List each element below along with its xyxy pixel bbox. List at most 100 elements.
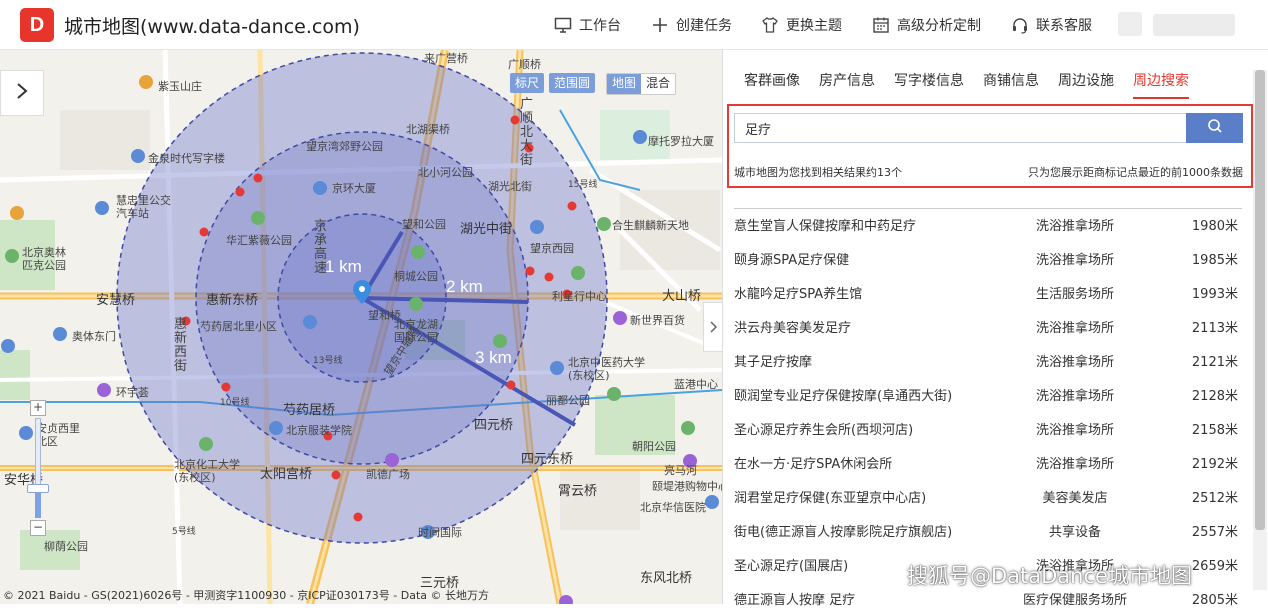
range-circle-tool-button[interactable]: 范围圆 bbox=[549, 73, 596, 93]
result-name: 其子足疗按摩 bbox=[734, 355, 813, 370]
search-button[interactable] bbox=[1186, 113, 1243, 143]
map-label: 颐堤港购物中心 bbox=[652, 480, 722, 493]
result-distance: 2192米 bbox=[1191, 457, 1238, 472]
map-label: 华汇紫薇公园 bbox=[226, 234, 292, 247]
map-label: 望京湾郊野公园 bbox=[306, 140, 383, 153]
result-list: 意生堂盲人保健按摩和中药足疗 洗浴推拿场所 1980米 颐身源SPA足疗保健 洗浴推拿场… bbox=[734, 206, 1244, 614]
list-item[interactable]: 意生堂盲人保健按摩和中药足疗 洗浴推拿场所 1980米 bbox=[734, 206, 1244, 240]
result-limit-note: 只为您展示距商标记点最近的前1000条数据 bbox=[1028, 166, 1243, 179]
map-label: 惠新东桥 bbox=[206, 293, 259, 308]
tab-shop-info[interactable]: 商铺信息 bbox=[983, 70, 1039, 99]
tab-nearby-search[interactable]: 周边搜索 bbox=[1133, 70, 1189, 99]
result-count-text: 城市地图为您找到相关结果约13个 bbox=[734, 166, 902, 179]
map-label: 13号线 bbox=[313, 356, 343, 366]
zoom-slider-handle[interactable] bbox=[27, 484, 49, 493]
scrollbar[interactable] bbox=[1253, 70, 1267, 590]
map-label: 湖光北街 bbox=[488, 180, 532, 193]
zoom-out-button[interactable]: − bbox=[30, 520, 46, 536]
map-label: 芍药居桥 bbox=[283, 403, 336, 418]
result-distance: 2805米 bbox=[1191, 593, 1238, 608]
user-name-blurred[interactable] bbox=[1153, 14, 1235, 36]
nav-customer-service[interactable]: 联系客服 bbox=[1011, 15, 1092, 35]
nav-advanced-analysis[interactable]: 高级分析定制 bbox=[872, 15, 981, 35]
map-label: 紫玉山庄 bbox=[158, 80, 202, 93]
top-nav: 工作台 创建任务 更换主题 高级分析定制 联系客服 bbox=[554, 0, 1122, 50]
nav-workbench[interactable]: 工作台 bbox=[554, 15, 621, 35]
radius-label-2km: 2 km bbox=[446, 277, 483, 296]
result-name: 洪云舟美容美发足疗 bbox=[734, 321, 852, 336]
result-distance: 1985米 bbox=[1191, 253, 1238, 268]
result-category: 洗浴推拿场所 bbox=[1035, 321, 1114, 336]
result-name: 圣心源足疗(国展店) bbox=[734, 559, 849, 574]
list-item[interactable]: 洪云舟美容美发足疗 洗浴推拿场所 2113米 bbox=[734, 308, 1244, 342]
tab-facilities[interactable]: 周边设施 bbox=[1058, 70, 1114, 99]
panel-tabs: 客群画像 房产信息 写字楼信息 商铺信息 周边设施 周边搜索 bbox=[744, 70, 1208, 99]
map-label: 惠新西街 bbox=[174, 317, 188, 374]
list-item[interactable]: 其子足疗按摩 洗浴推拿场所 2121米 bbox=[734, 342, 1244, 376]
monitor-icon bbox=[554, 16, 572, 34]
top-header: D 城市地图(www.data-dance.com) 工作台 创建任务 更换主题… bbox=[0, 0, 1268, 50]
map-label: 15号线 bbox=[568, 180, 598, 190]
map-label: 新世界百货 bbox=[630, 314, 685, 327]
map-label: 广顺北大街 bbox=[520, 97, 534, 168]
list-item[interactable]: 颐润堂专业足疗保健按摩(阜通西大街) 洗浴推拿场所 2128米 bbox=[734, 376, 1244, 410]
map-label: 来广营桥 bbox=[424, 52, 468, 65]
nav-label: 更换主题 bbox=[786, 18, 842, 34]
result-distance: 2659米 bbox=[1191, 559, 1238, 574]
nav-change-theme[interactable]: 更换主题 bbox=[761, 15, 842, 35]
result-distance: 2121米 bbox=[1191, 355, 1238, 370]
map-label: 柳荫公园 bbox=[44, 540, 88, 553]
tab-customer-profile[interactable]: 客群画像 bbox=[744, 70, 800, 99]
result-distance: 2113米 bbox=[1191, 321, 1238, 336]
list-item[interactable]: 街电(德正源盲人按摩影院足疗旗舰店) 共享设备 2557米 bbox=[734, 512, 1244, 546]
map-label: 亮马河 bbox=[664, 464, 697, 477]
ruler-tool-button[interactable]: 标尺 bbox=[510, 73, 545, 93]
result-category: 医疗保健服务场所 bbox=[1022, 593, 1127, 608]
map-label: 芍药居北里小区 bbox=[200, 320, 277, 333]
result-category: 洗浴推拿场所 bbox=[1035, 457, 1114, 472]
search-input[interactable] bbox=[734, 113, 1187, 143]
expand-sidebar-button[interactable] bbox=[0, 70, 44, 116]
map-label: 大山桥 bbox=[662, 289, 702, 304]
map-label: 10号线 bbox=[220, 398, 250, 408]
result-category: 生活服务场所 bbox=[1035, 287, 1114, 302]
map-label: 桐城公园 bbox=[394, 270, 438, 283]
list-item[interactable]: 在水一方·足疗SPA休闲会所 洗浴推拿场所 2192米 bbox=[734, 444, 1244, 478]
zoom-control: + − bbox=[27, 400, 49, 540]
result-distance: 2128米 bbox=[1191, 389, 1238, 404]
result-name: 圣心源足疗养生会所(西坝河店) bbox=[734, 423, 914, 438]
map-label: 广顺桥 bbox=[508, 58, 541, 71]
map-view[interactable]: 紫玉山庄 金泉时代写字楼 慧忠里公交汽车站 北京奥林匹克公园 安慧桥 惠新东桥 … bbox=[0, 50, 722, 604]
map-label: 北湖渠桥 bbox=[406, 123, 450, 136]
map-toolbar: 标尺 范围圆 地图 混合 bbox=[510, 73, 677, 95]
list-item[interactable]: 润君堂足疗保健(东亚望京中心店) 美容美发店 2512米 bbox=[734, 478, 1244, 512]
list-item[interactable]: 颐身源SPA足疗保健 洗浴推拿场所 1985米 bbox=[734, 240, 1244, 274]
app-logo[interactable]: D bbox=[20, 8, 54, 42]
result-distance: 2158米 bbox=[1191, 423, 1238, 438]
shirt-icon bbox=[761, 16, 779, 34]
map-label: 金泉时代写字楼 bbox=[148, 152, 225, 165]
map-type-normal[interactable]: 地图 bbox=[607, 74, 642, 94]
zoom-level-fill bbox=[35, 490, 41, 518]
zoom-in-button[interactable]: + bbox=[30, 400, 46, 416]
map-canvas bbox=[0, 50, 722, 604]
scrollbar-thumb[interactable] bbox=[1255, 70, 1265, 530]
map-label: 摩托罗拉大厦 bbox=[648, 135, 714, 148]
result-category: 洗浴推拿场所 bbox=[1035, 253, 1114, 268]
result-name: 街电(德正源盲人按摩影院足疗旗舰店) bbox=[734, 525, 953, 540]
nav-label: 工作台 bbox=[579, 18, 621, 34]
collapse-panel-button[interactable] bbox=[703, 302, 722, 352]
tab-office-info[interactable]: 写字楼信息 bbox=[894, 70, 964, 99]
nav-create-task[interactable]: 创建任务 bbox=[651, 15, 732, 35]
list-item[interactable]: 圣心源足疗养生会所(西坝河店) 洗浴推拿场所 2158米 bbox=[734, 410, 1244, 444]
map-label: 湖光中街 bbox=[460, 222, 513, 237]
result-name: 德正源盲人按摩 足疗 bbox=[734, 593, 856, 608]
map-label: 望和桥 bbox=[368, 309, 401, 322]
avatar[interactable] bbox=[1118, 12, 1142, 36]
map-label: 环宇荟 bbox=[116, 386, 149, 399]
tab-property-info[interactable]: 房产信息 bbox=[819, 70, 875, 99]
result-distance: 2557米 bbox=[1191, 525, 1238, 540]
map-type-hybrid[interactable]: 混合 bbox=[641, 74, 676, 94]
list-item[interactable]: 水龍吟足疗SPA养生馆 生活服务场所 1993米 bbox=[734, 274, 1244, 308]
result-category: 美容美发店 bbox=[1042, 491, 1108, 506]
